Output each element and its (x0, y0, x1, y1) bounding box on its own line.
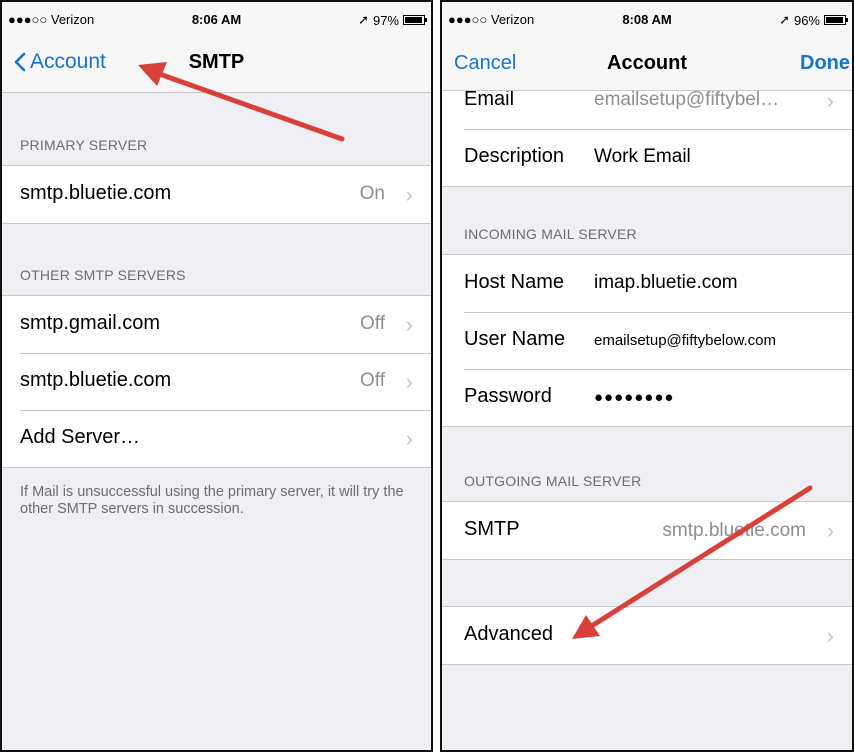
chevron-right-icon: › (405, 312, 413, 337)
smtp-value: smtp.bluetie.com (662, 520, 806, 541)
battery-percent: 96% (793, 12, 820, 28)
chevron-right-icon: › (405, 426, 413, 451)
location-icon: ➚ (779, 12, 790, 27)
chevron-right-icon: › (405, 182, 413, 207)
server-name: smtp.bluetie.com (20, 182, 172, 204)
chevron-right-icon: › (826, 623, 834, 648)
advanced-row[interactable]: Advanced › (442, 607, 852, 664)
chevron-right-icon: › (826, 518, 834, 543)
done-button[interactable]: Done (800, 52, 850, 75)
description-value: Work Email (594, 146, 691, 167)
password-label: Password (464, 385, 552, 407)
smtp-label: SMTP (464, 518, 520, 540)
battery-indicator: ➚ 96% (779, 12, 848, 28)
footer-note: If Mail is unsuccessful using the primar… (20, 484, 404, 517)
section-header-other: OTHER SMTP SERVERS (20, 267, 186, 283)
email-value: emailsetup@fiftybel… (594, 89, 780, 110)
primary-server-row[interactable]: smtp.bluetie.com On › (2, 166, 431, 223)
server-status: Off (360, 313, 385, 334)
other-server-row[interactable]: smtp.bluetie.com Off › (2, 353, 431, 410)
host-name-value: imap.bluetie.com (594, 272, 738, 293)
email-label: Email (464, 88, 515, 110)
host-name-row[interactable]: Host Name imap.bluetie.com (442, 255, 852, 312)
server-name: smtp.gmail.com (20, 312, 161, 334)
description-row[interactable]: Description Work Email (442, 129, 852, 186)
battery-icon (824, 15, 848, 25)
description-label: Description (464, 145, 565, 167)
outgoing-server-group: SMTP smtp.bluetie.com › (442, 501, 852, 560)
chevron-right-icon: › (405, 369, 413, 394)
server-name: smtp.bluetie.com (20, 369, 172, 391)
add-server-row[interactable]: Add Server… › (2, 410, 431, 467)
battery-icon (403, 15, 427, 25)
chevron-right-icon: › (826, 88, 834, 113)
battery-indicator: ➚ 97% (358, 12, 427, 28)
other-servers-group: smtp.gmail.com Off › smtp.bluetie.com Of… (2, 295, 431, 468)
password-value: ●●●●●●●● (594, 389, 675, 406)
section-header-incoming: INCOMING MAIL SERVER (464, 226, 637, 242)
host-name-label: Host Name (464, 271, 565, 293)
user-name-value: emailsetup@fiftybelow.com (594, 332, 776, 349)
page-title: SMTP (188, 51, 245, 73)
section-header-outgoing: OUTGOING MAIL SERVER (464, 473, 642, 489)
status-bar: ●●●○○ Verizon 8:06 AM ➚ 97% (2, 2, 431, 36)
other-server-row[interactable]: smtp.gmail.com Off › (2, 296, 431, 353)
server-status: Off (360, 370, 385, 391)
primary-server-group: smtp.bluetie.com On › (2, 165, 431, 224)
status-bar: ●●●○○ Verizon 8:08 AM ➚ 96% (442, 2, 852, 36)
add-server-label: Add Server… (20, 426, 141, 448)
nav-bar: Cancel Account Done (442, 36, 852, 91)
advanced-label: Advanced (464, 623, 553, 645)
password-row[interactable]: Password ●●●●●●●● (442, 369, 852, 426)
location-icon: ➚ (358, 12, 369, 27)
smtp-screen: ●●●○○ Verizon 8:06 AM ➚ 97% Account SMTP… (0, 0, 433, 752)
page-title: Account (607, 52, 687, 74)
smtp-row[interactable]: SMTP smtp.bluetie.com › (442, 502, 852, 559)
user-name-row[interactable]: User Name emailsetup@fiftybelow.com (442, 312, 852, 369)
battery-percent: 97% (372, 12, 399, 28)
section-header-primary: PRIMARY SERVER (20, 137, 148, 153)
user-name-label: User Name (464, 328, 566, 350)
server-status: On (359, 183, 385, 204)
incoming-server-group: Host Name imap.bluetie.com User Name ema… (442, 254, 852, 427)
nav-bar: Account SMTP (2, 36, 431, 93)
advanced-group: Advanced › (442, 606, 852, 665)
account-screen: ●●●○○ Verizon 8:08 AM ➚ 96% Email emails… (440, 0, 854, 752)
